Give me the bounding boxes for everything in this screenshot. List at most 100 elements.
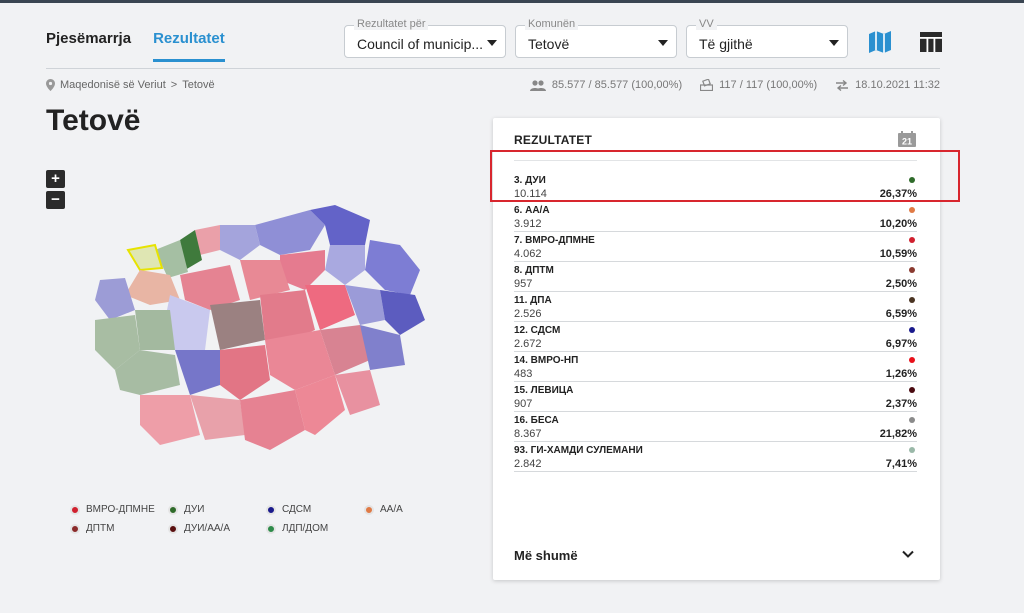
- result-row[interactable]: 12. СДСМ 2.672 6,97%: [514, 322, 917, 352]
- party-name: 6. АА/А: [514, 205, 550, 216]
- page-title: Tetovë: [46, 104, 141, 137]
- party-votes: 907: [514, 398, 533, 410]
- party-name: 16. БЕСА: [514, 415, 559, 426]
- party-name: 7. ВМРО-ДПМНЕ: [514, 235, 595, 246]
- highlight-box: [490, 150, 960, 202]
- party-percent: 10,20%: [879, 218, 917, 230]
- map-region: [220, 345, 270, 400]
- map-region: [380, 290, 425, 335]
- party-votes: 2.672: [514, 338, 542, 350]
- polling-station-select[interactable]: VV Të gjithë: [686, 18, 848, 58]
- party-votes: 483: [514, 368, 533, 380]
- party-color-dot: [909, 417, 915, 423]
- results-for-label: Rezultatet për: [354, 18, 429, 30]
- party-percent: 6,59%: [885, 308, 917, 320]
- result-row[interactable]: 15. ЛЕВИЦА 907 2,37%: [514, 382, 917, 412]
- map-region: [210, 300, 265, 350]
- party-color-dot: [909, 447, 915, 453]
- legend-item: СДСМ: [266, 504, 364, 515]
- updated-stat: 18.10.2021 11:32: [835, 79, 940, 91]
- breadcrumb: Maqedonisë së Veriut > Tetovë: [46, 79, 215, 91]
- party-color-dot: [909, 357, 915, 363]
- voters-stat: 85.577 / 85.577 (100,00%): [529, 79, 682, 91]
- map-region: [126, 243, 164, 272]
- show-more-button[interactable]: Më shumë: [514, 548, 578, 563]
- legend-item: АА/А: [364, 504, 444, 515]
- party-name: 8. ДПТМ: [514, 265, 554, 276]
- result-row[interactable]: 7. ВМРО-ДПМНЕ 4.062 10,59%: [514, 232, 917, 262]
- party-votes: 8.367: [514, 428, 542, 440]
- party-percent: 7,41%: [885, 458, 917, 470]
- stations-stat: 117 / 117 (100,00%): [700, 79, 817, 91]
- municipality-label: Komunën: [525, 18, 579, 30]
- municipalities-map[interactable]: [80, 200, 445, 460]
- results-list: 3. ДУИ 10.114 26,37% 6. АА/А 3.912 10,20% 7.…: [514, 172, 917, 472]
- breadcrumb-country[interactable]: Maqedonisë së Veriut: [60, 79, 166, 91]
- legend-item: ВМРО-ДПМНЕ: [70, 504, 168, 515]
- result-row[interactable]: 8. ДПТМ 957 2,50%: [514, 262, 917, 292]
- party-votes: 3.912: [514, 218, 542, 230]
- main-tabs: Pjesëmarrja Rezultatet: [46, 30, 225, 62]
- party-color-dot: [909, 207, 915, 213]
- results-for-select[interactable]: Rezultatet për Council of municip...: [344, 18, 506, 58]
- map-region: [175, 350, 220, 395]
- party-percent: 6,97%: [885, 338, 917, 350]
- party-color-dot: [909, 327, 915, 333]
- result-row[interactable]: 16. БЕСА 8.367 21,82%: [514, 412, 917, 442]
- panel-title: REZULTATET: [514, 133, 592, 147]
- party-votes: 2.526: [514, 308, 542, 320]
- chevron-down-icon: [658, 40, 668, 46]
- legend-item: ДУИ/АА/А: [168, 523, 266, 534]
- chevron-down-icon: [829, 40, 839, 46]
- result-row[interactable]: 14. ВМРО-НП 483 1,26%: [514, 352, 917, 382]
- legend-swatch: [168, 504, 178, 515]
- result-row[interactable]: 93. ГИ-ХАМДИ СУЛЕМАНИ 2.842 7,41%: [514, 442, 917, 472]
- breadcrumb-city: Tetovë: [182, 79, 215, 91]
- party-name: 93. ГИ-ХАМДИ СУЛЕМАНИ: [514, 445, 643, 456]
- party-votes: 957: [514, 278, 533, 290]
- party-name: 15. ЛЕВИЦА: [514, 385, 574, 396]
- location-pin-icon: [46, 79, 55, 91]
- people-icon: [529, 79, 546, 91]
- stations-value: 117 / 117 (100,00%): [719, 79, 818, 91]
- map-legend: ВМРО-ДПМНЕ ДУИ СДСМ АА/А ДПТМ ДУИ/АА/А Л…: [70, 504, 430, 534]
- tab-turnout[interactable]: Pjesëmarrja: [46, 30, 131, 62]
- legend-item: ДПТМ: [70, 523, 168, 534]
- result-row[interactable]: 11. ДПА 2.526 6,59%: [514, 292, 917, 322]
- map-region: [135, 310, 175, 350]
- legend-item: ЛДП/ДОМ: [266, 523, 364, 534]
- map-region: [325, 245, 365, 285]
- calendar-icon[interactable]: 21: [898, 131, 916, 147]
- table-icon[interactable]: [918, 29, 944, 55]
- map-icon[interactable]: [867, 29, 893, 55]
- map-region: [240, 390, 305, 450]
- map-region: [255, 210, 325, 255]
- map-region: [140, 395, 200, 445]
- party-percent: 1,26%: [885, 368, 917, 380]
- updated-value: 18.10.2021 11:32: [855, 79, 940, 91]
- map-region: [365, 240, 420, 295]
- municipality-value: Tetovë: [528, 36, 570, 52]
- polling-station-label: VV: [696, 18, 717, 30]
- legend-swatch: [266, 504, 276, 515]
- legend-swatch: [364, 504, 374, 515]
- legend-swatch: [168, 523, 178, 534]
- zoom-out-button[interactable]: −: [46, 191, 65, 209]
- legend-swatch: [70, 504, 80, 515]
- results-for-value: Council of municip...: [357, 36, 484, 52]
- party-color-dot: [909, 267, 915, 273]
- legend-swatch: [70, 523, 80, 534]
- party-name: 12. СДСМ: [514, 325, 561, 336]
- municipality-select[interactable]: Komunën Tetovë: [515, 18, 677, 58]
- chevron-down-icon[interactable]: [902, 548, 914, 560]
- stats-bar: 85.577 / 85.577 (100,00%) 117 / 117 (100…: [529, 79, 940, 91]
- party-percent: 10,59%: [879, 248, 917, 260]
- swap-arrows-icon: [836, 79, 849, 91]
- result-row[interactable]: 6. АА/А 3.912 10,20%: [514, 202, 917, 232]
- zoom-in-button[interactable]: +: [46, 170, 65, 188]
- calendar-badge: 21: [902, 137, 912, 147]
- legend-label: ДУИ/АА/А: [184, 523, 230, 534]
- party-color-dot: [909, 387, 915, 393]
- tab-results[interactable]: Rezultatet: [153, 30, 225, 62]
- party-name: 11. ДПА: [514, 295, 552, 306]
